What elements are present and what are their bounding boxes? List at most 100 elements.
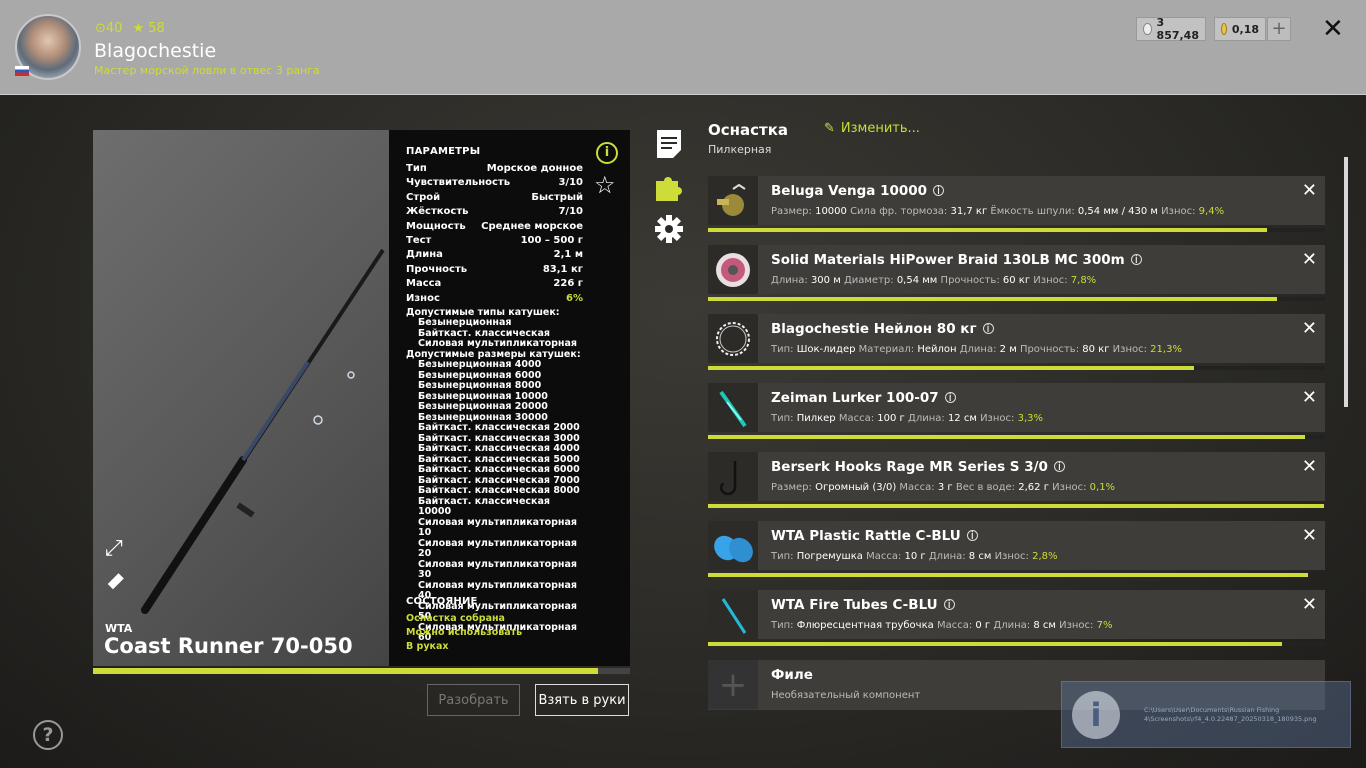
silver-balance: 3 857,48 [1136, 16, 1206, 42]
item-thumbnail [708, 590, 758, 639]
edit-tackle-button[interactable]: ✎ Изменить... [824, 121, 920, 136]
remove-item-button[interactable]: ✕ [1302, 180, 1317, 201]
wear-label: Износ: [1059, 620, 1094, 631]
info-icon[interactable]: i [933, 185, 945, 196]
wear-value: 0,1% [1089, 482, 1116, 493]
tackle-type: Пилкерная [708, 143, 772, 156]
detail-value: Шок-лидер [796, 344, 856, 355]
tackle-item[interactable]: Blagochestie Нейлон 80 кг i Тип: Шок-лидер… [708, 314, 1325, 363]
remove-item-button[interactable]: ✕ [1302, 249, 1317, 270]
item-condition-fill [708, 573, 1308, 577]
info-icon[interactable]: i [1053, 461, 1065, 472]
param-label: Износ [406, 292, 440, 304]
notification-path-1: C:\Users\User\Documents\Russian Fishing [1144, 706, 1280, 714]
param-row: Износ 6% [406, 292, 583, 306]
tackle-item[interactable]: WTA Plastic Rattle C-BLU i Тип: Погремушка… [708, 521, 1325, 570]
tackle-item[interactable]: Berserk Hooks Rage MR Series S 3/0 i Разме… [708, 452, 1325, 501]
puzzle-icon[interactable] [654, 172, 684, 202]
item-condition-fill [708, 642, 1282, 646]
param-label: Жёсткость [406, 206, 469, 218]
expand-icon[interactable]: ⤢ [105, 536, 123, 561]
param-label: Длина [406, 249, 443, 261]
detail-label: Длина: [771, 275, 808, 286]
param-label: Масса [406, 278, 442, 290]
param-row: Жёсткость 7/10 [406, 205, 583, 219]
list-scrollbar[interactable] [1344, 157, 1348, 407]
detail-value: 0 г [975, 620, 991, 631]
tackle-item[interactable]: WTA Fire Tubes C-BLU i Тип: Флюресцентная … [708, 590, 1325, 639]
gear-settings-icon[interactable] [654, 214, 684, 244]
help-icon[interactable]: ? [33, 720, 63, 750]
item-thumbnail [708, 383, 758, 432]
detail-label: Материал: [858, 344, 915, 355]
close-button[interactable]: ✕ [1322, 14, 1344, 44]
item-condition-bar [708, 642, 1325, 646]
remove-icon: ✕ [1301, 249, 1317, 270]
detail-value: 3 г [937, 482, 953, 493]
detail-label: Размер: [771, 482, 812, 493]
wear-value: 7,8% [1070, 275, 1097, 286]
item-details: Размер: 10000 Сила фр. тормоза: 31,7 кг … [771, 206, 1224, 217]
player-name: Blagochestie [94, 40, 217, 62]
param-row: Тип Морское донное [406, 162, 583, 176]
param-value: 7/10 [558, 206, 583, 218]
info-icon[interactable]: i [1130, 254, 1142, 265]
item-details: Длина: 300 м Диаметр: 0,54 мм Прочность:… [771, 275, 1096, 286]
param-row: Длина 2,1 м [406, 248, 583, 262]
remove-item-button[interactable]: ✕ [1302, 387, 1317, 408]
item-name: WTA Fire Tubes C-BLU i [771, 597, 955, 613]
wear-label: Износ: [1112, 344, 1147, 355]
wear-value: 7% [1096, 620, 1113, 631]
remove-item-button[interactable]: ✕ [1302, 456, 1317, 477]
rating-value: 58 [148, 21, 165, 36]
item-name-text: Solid Materials HiPower Braid 130LB MC 3… [771, 252, 1125, 268]
info-icon[interactable]: i [982, 323, 994, 334]
close-icon: ✕ [1322, 14, 1344, 44]
reel-size-item: Силовая мультипликаторная 30 [418, 558, 577, 581]
info-icon[interactable]: i [943, 599, 955, 610]
screenshot-notification: i C:\Users\User\Documents\Russian Fishin… [1061, 681, 1351, 748]
disassemble-button[interactable]: Разобрать [427, 684, 520, 716]
remove-item-button[interactable]: ✕ [1302, 525, 1317, 546]
detail-value: 80 кг [1082, 344, 1110, 355]
param-value: 6% [566, 292, 583, 304]
detail-label: Тип: [771, 413, 794, 424]
info-icon[interactable]: i [944, 392, 956, 403]
tackle-item[interactable]: Zeiman Lurker 100-07 i Тип: Пилкер Масса: … [708, 383, 1325, 432]
param-row: Прочность 83,1 кг [406, 263, 583, 277]
status-item: В руках [406, 641, 449, 652]
remove-icon: ✕ [1301, 525, 1317, 546]
status-list: Оснастка собрана Можно использовать В рука… [406, 612, 522, 654]
item-condition-bar [708, 366, 1325, 370]
remove-icon: ✕ [1301, 387, 1317, 408]
reel-size-item: Байткаст. классическая 10000 [418, 495, 551, 518]
star-rating-icon: ★ [132, 21, 145, 36]
reel-size-item: Силовая мультипликаторная 20 [418, 537, 577, 560]
item-condition-bar [708, 573, 1325, 577]
player-rank: Мастер морской ловли в отвес 3 ранга [94, 64, 320, 77]
param-label: Тест [406, 234, 432, 246]
remove-item-button[interactable]: ✕ [1302, 318, 1317, 339]
tackle-item[interactable]: Beluga Venga 10000 i Размер: 10000 Сила фр… [708, 176, 1325, 225]
item-thumbnail [708, 521, 758, 570]
param-row: Тест 100 – 500 г [406, 234, 583, 248]
item-name: Berserk Hooks Rage MR Series S 3/0 i [771, 459, 1065, 475]
tackle-title: Оснастка [708, 121, 789, 139]
detail-value: 300 м [810, 275, 841, 286]
info-icon[interactable]: i [966, 530, 978, 541]
item-name-text: Berserk Hooks Rage MR Series S 3/0 [771, 459, 1048, 475]
info-icon[interactable]: i [596, 142, 618, 164]
level-value: 40 [105, 21, 123, 36]
remove-item-button[interactable]: ✕ [1302, 594, 1317, 615]
take-in-hands-button[interactable]: Взять в руки [535, 684, 629, 716]
favorite-star-icon[interactable]: ☆ [594, 171, 616, 199]
add-component-icon[interactable]: + [708, 660, 758, 709]
add-gold-button[interactable]: + [1267, 17, 1291, 41]
item-name: Beluga Venga 10000 i [771, 183, 945, 199]
tackle-item[interactable]: Solid Materials HiPower Braid 130LB MC 3… [708, 245, 1325, 294]
wear-label: Износ: [994, 551, 1029, 562]
param-row: Строй Быстрый [406, 191, 583, 205]
notes-icon[interactable] [656, 129, 682, 159]
detail-value: Пилкер [796, 413, 836, 424]
item-details: Тип: Флюресцентная трубочка Масса: 0 г Д… [771, 620, 1112, 631]
